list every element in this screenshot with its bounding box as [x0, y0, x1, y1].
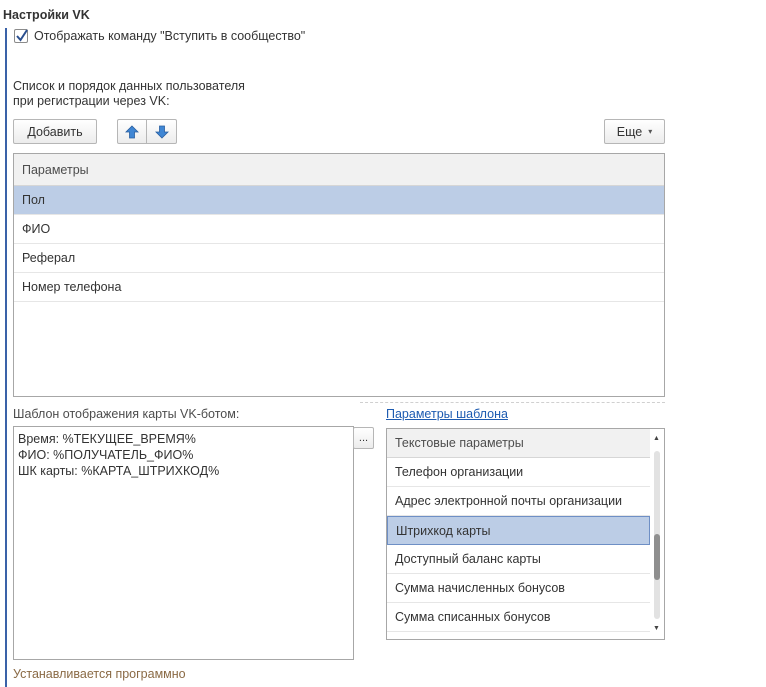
scroll-thumb[interactable]: [654, 534, 660, 580]
more-button[interactable]: Еще ▾: [604, 119, 665, 144]
list-item[interactable]: Сумма начисленных бонусов: [387, 574, 650, 603]
move-down-button[interactable]: [146, 119, 177, 144]
table-row[interactable]: Реферал: [14, 244, 664, 273]
template-ellipsis-button[interactable]: ...: [353, 427, 374, 449]
section-title: Настройки VK: [3, 8, 90, 22]
template-params-list[interactable]: Текстовые параметры Телефон организации …: [386, 428, 665, 640]
parameters-table[interactable]: Параметры Пол ФИО Реферал Номер телефона: [13, 153, 665, 397]
add-button[interactable]: Добавить: [13, 119, 97, 144]
join-community-label[interactable]: Отображать команду "Вступить в сообществ…: [34, 29, 305, 43]
list-item[interactable]: Сумма списанных бонусов: [387, 603, 650, 632]
parameters-column-header[interactable]: Параметры: [14, 154, 664, 186]
list-item[interactable]: Штрихкод карты: [387, 516, 650, 545]
template-label: Шаблон отображения карты VK-ботом:: [13, 407, 240, 421]
table-row[interactable]: Пол: [14, 186, 664, 215]
description-line-2: при регистрации через VK:: [13, 94, 170, 108]
list-item[interactable]: Доступный баланс карты: [387, 545, 650, 574]
section-accent-bar: [5, 28, 7, 687]
checkmark-icon: [16, 29, 28, 42]
arrow-down-icon: [154, 125, 169, 139]
user-data-description: Список и порядок данных пользователя при…: [13, 79, 245, 109]
divider: [360, 402, 665, 403]
description-line-1: Список и порядок данных пользователя: [13, 79, 245, 93]
move-up-button[interactable]: [117, 119, 147, 144]
list-item[interactable]: Телефон организации: [387, 458, 650, 487]
more-label: Еще: [616, 124, 643, 139]
template-textarea[interactable]: Время: %ТЕКУЩЕЕ_ВРЕМЯ% ФИО: %ПОЛУЧАТЕЛЬ_…: [13, 426, 354, 660]
join-community-checkbox[interactable]: [14, 29, 28, 43]
join-community-checkbox-row[interactable]: Отображать команду "Вступить в сообществ…: [14, 27, 305, 45]
scroll-up-icon[interactable]: ▲: [653, 435, 660, 442]
table-row[interactable]: ФИО: [14, 215, 664, 244]
list-scrollbar[interactable]: ▲ ▼: [650, 429, 664, 639]
chevron-down-icon: ▾: [648, 127, 653, 136]
footer-note: Устанавливается программно: [13, 667, 186, 681]
text-params-header[interactable]: Текстовые параметры: [387, 429, 650, 458]
table-row[interactable]: Номер телефона: [14, 273, 664, 302]
template-params-link[interactable]: Параметры шаблона: [386, 407, 508, 421]
arrow-up-icon: [125, 124, 139, 138]
scroll-down-icon[interactable]: ▼: [653, 625, 660, 632]
list-item[interactable]: Адрес электронной почты организации: [387, 487, 650, 516]
